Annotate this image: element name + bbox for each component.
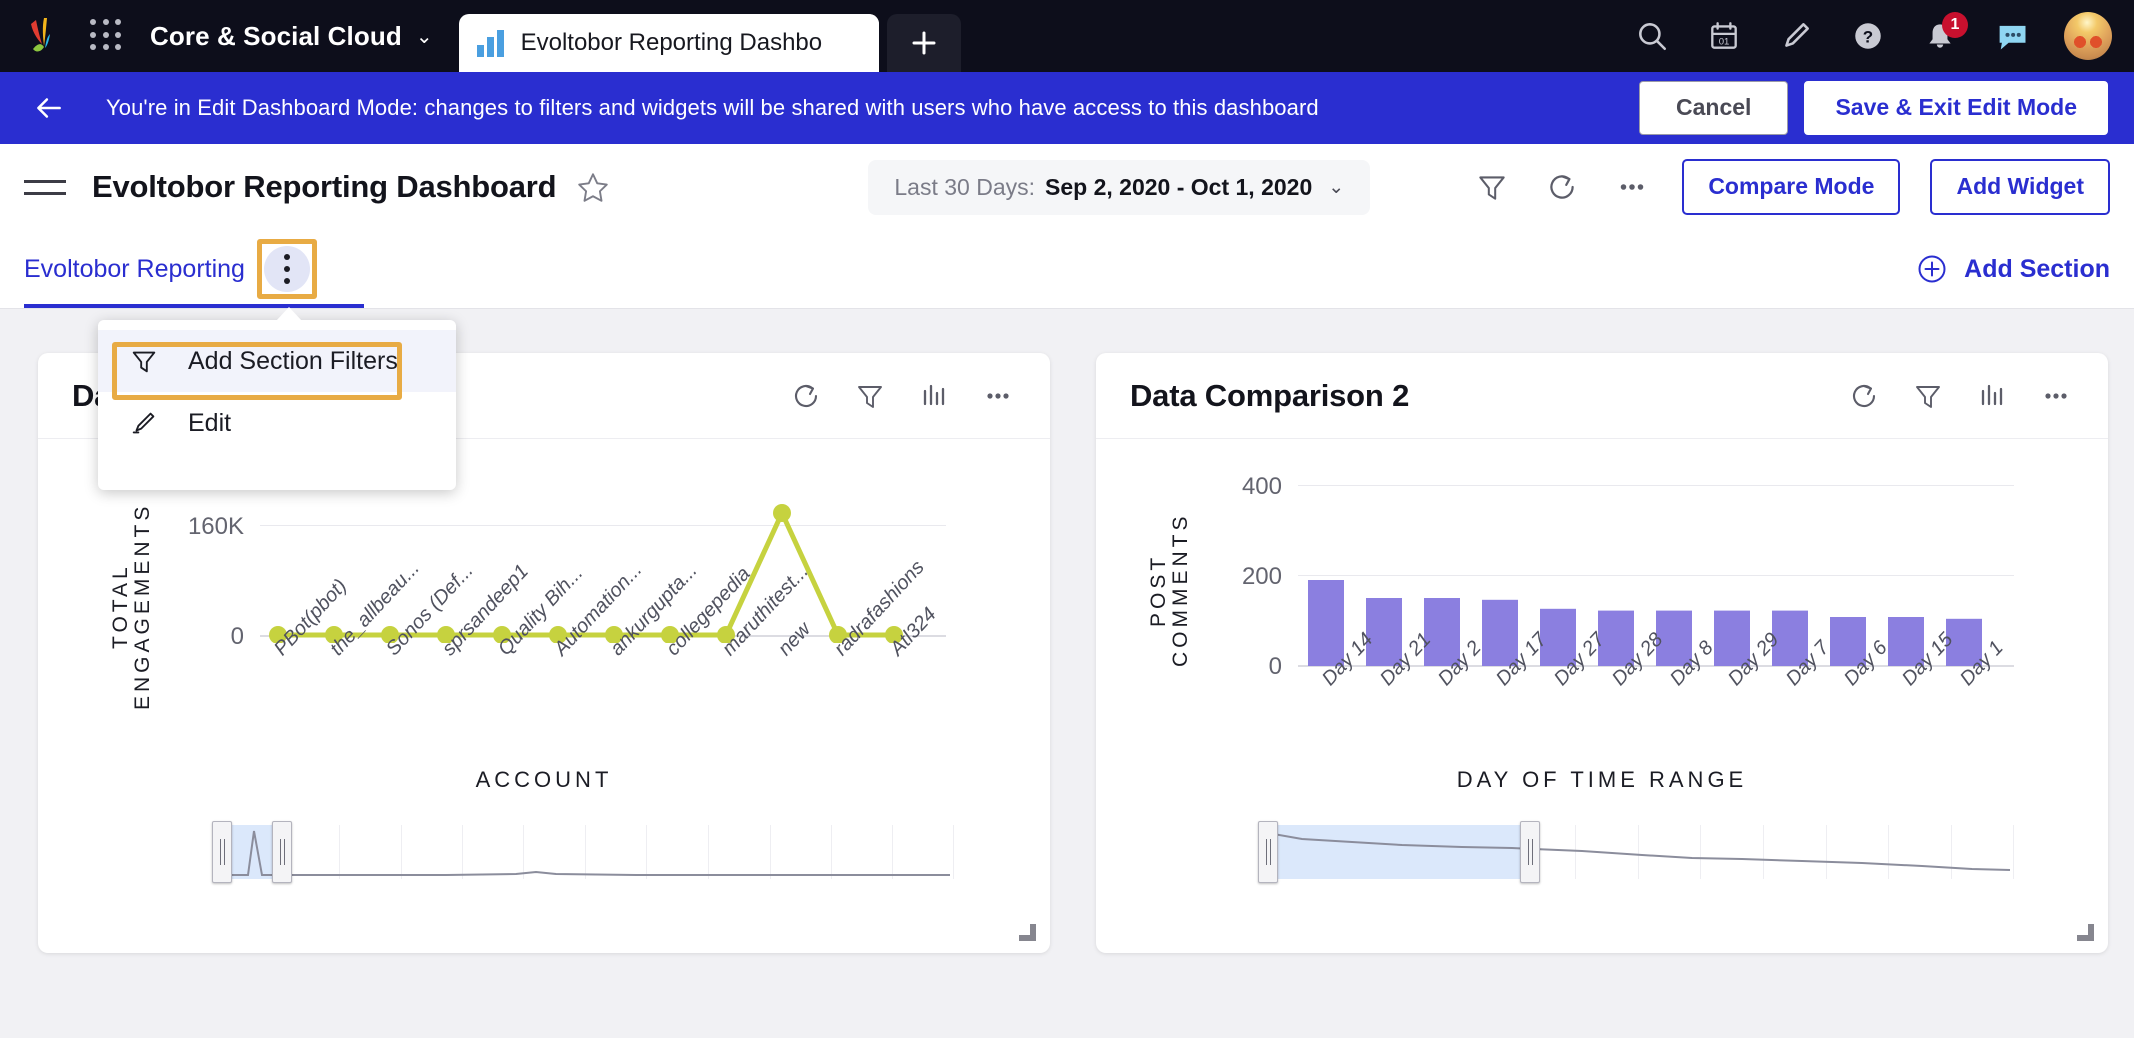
filter-icon[interactable] bbox=[1472, 167, 1512, 207]
chart-range-brush[interactable] bbox=[1258, 821, 2015, 883]
dashboard-toolbar-actions: Compare Mode Add Widget bbox=[1472, 159, 2110, 215]
date-range-label: Last 30 Days: bbox=[894, 173, 1036, 200]
chart-range-brush[interactable] bbox=[212, 821, 955, 883]
chart-data-comparison-1: TOTAL ENGAGEMENTS 160K 0 PBot(pbot) the_… bbox=[38, 439, 1050, 953]
menu-item-edit[interactable]: Edit bbox=[98, 392, 456, 454]
section-context-menu[interactable]: Add Section Filters Edit bbox=[98, 307, 456, 490]
dashboard-toolbar: Evoltobor Reporting Dashboard Last 30 Da… bbox=[0, 144, 2134, 230]
menu-hamburger-icon[interactable] bbox=[24, 166, 66, 208]
widget-header: Data Comparison 2 bbox=[1096, 353, 2108, 439]
search-icon[interactable] bbox=[1632, 16, 1672, 56]
section-tab-row: Evoltobor Reporting Add Section bbox=[0, 230, 2134, 308]
edit-mode-banner: You're in Edit Dashboard Mode: changes t… bbox=[0, 72, 2134, 144]
filter-icon bbox=[126, 346, 162, 376]
section-menu-highlight bbox=[256, 239, 317, 299]
chart-type-icon[interactable] bbox=[1974, 378, 2010, 414]
chart-type-icon[interactable] bbox=[916, 378, 952, 414]
section-tab-evoltobor-reporting[interactable]: Evoltobor Reporting bbox=[24, 230, 364, 308]
x-axis-title: ACCOUNT bbox=[475, 767, 613, 792]
section-tab-label: Evoltobor Reporting bbox=[24, 254, 245, 283]
app-bar-left-group: Core & Social Cloud ⌄ bbox=[0, 0, 433, 72]
bar-chart-icon bbox=[476, 29, 507, 57]
svg-text:?: ? bbox=[1863, 27, 1873, 46]
chat-icon[interactable] bbox=[1992, 16, 2032, 56]
menu-item-label: Edit bbox=[188, 408, 232, 437]
edit-mode-actions: Cancel Save & Exit Edit Mode bbox=[1639, 81, 2108, 135]
app-bar-right-group: 01 ? 1 bbox=[1632, 0, 2134, 72]
bell-icon[interactable]: 1 bbox=[1920, 12, 1968, 56]
page-title: Evoltobor Reporting Dashboard bbox=[92, 169, 557, 204]
brush-handle-left[interactable] bbox=[212, 821, 232, 883]
chevron-down-icon: ⌄ bbox=[1328, 176, 1345, 198]
chart-data-comparison-2: POST COMMENTS 400 200 0 Day 14 Day 21 Da… bbox=[1096, 439, 2108, 953]
widget-actions bbox=[1846, 378, 2074, 414]
notification-badge: 1 bbox=[1942, 12, 1968, 38]
refresh-icon[interactable] bbox=[788, 378, 824, 414]
browser-tab-dashboard[interactable]: Evoltobor Reporting Dashbo bbox=[458, 14, 879, 72]
pencil-icon[interactable] bbox=[1776, 16, 1816, 56]
add-section-label: Add Section bbox=[1964, 254, 2110, 283]
menu-item-add-section-filters[interactable]: Add Section Filters bbox=[98, 330, 456, 392]
filter-icon[interactable] bbox=[852, 378, 888, 414]
refresh-icon[interactable] bbox=[1542, 167, 1582, 207]
chevron-down-icon[interactable]: ⌄ bbox=[416, 24, 433, 49]
widget-actions bbox=[788, 378, 1016, 414]
menu-item-label: Add Section Filters bbox=[188, 346, 398, 375]
favorite-star-icon[interactable] bbox=[576, 170, 610, 204]
y-axis-tick: 400 bbox=[1241, 473, 1282, 500]
date-range-value: Sep 2, 2020 - Oct 1, 2020 bbox=[1045, 173, 1313, 200]
app-top-bar: Core & Social Cloud ⌄ Evoltobor Reportin… bbox=[0, 0, 2134, 72]
edit-mode-message: You're in Edit Dashboard Mode: changes t… bbox=[106, 95, 1319, 120]
org-name-label[interactable]: Core & Social Cloud bbox=[150, 21, 402, 52]
widget-data-comparison-2[interactable]: Data Comparison 2 POST COMMENTS 400 200 … bbox=[1096, 353, 2108, 953]
brush-handle-left[interactable] bbox=[1258, 821, 1278, 883]
widget-resize-handle[interactable] bbox=[1019, 924, 1036, 941]
more-options-icon[interactable] bbox=[1612, 167, 1652, 207]
plus-circle-icon bbox=[1918, 255, 1946, 283]
brush-handle-right[interactable] bbox=[1520, 821, 1540, 883]
pencil-icon bbox=[126, 408, 162, 438]
brush-overview-line bbox=[1267, 832, 2011, 871]
new-tab-button[interactable] bbox=[886, 14, 961, 72]
compare-mode-button[interactable]: Compare Mode bbox=[1682, 159, 1901, 215]
svg-text:01: 01 bbox=[1719, 37, 1730, 48]
cancel-button[interactable]: Cancel bbox=[1639, 81, 1789, 135]
sprinklr-logo-icon[interactable] bbox=[22, 14, 68, 58]
y-axis-tick: 0 bbox=[230, 623, 244, 650]
more-options-icon[interactable] bbox=[980, 378, 1016, 414]
widget-title: Data Comparison 2 bbox=[1130, 377, 1410, 413]
y-axis-tick: 160K bbox=[187, 513, 244, 540]
date-range-selector[interactable]: Last 30 Days: Sep 2, 2020 - Oct 1, 2020 … bbox=[868, 159, 1371, 215]
brush-overview-line bbox=[220, 830, 950, 876]
back-arrow-icon[interactable] bbox=[26, 85, 72, 131]
filter-icon[interactable] bbox=[1910, 378, 1946, 414]
widget-resize-handle[interactable] bbox=[2077, 924, 2094, 941]
add-section-button[interactable]: Add Section bbox=[1916, 253, 2110, 285]
refresh-icon[interactable] bbox=[1846, 378, 1882, 414]
y-axis-tick: 0 bbox=[1268, 653, 1282, 680]
tab-title-label: Evoltobor Reporting Dashbo bbox=[520, 29, 823, 56]
user-avatar[interactable] bbox=[2064, 12, 2112, 60]
x-axis-title: DAY OF TIME RANGE bbox=[1456, 767, 1748, 792]
calendar-icon[interactable]: 01 bbox=[1704, 16, 1744, 56]
save-exit-edit-mode-button[interactable]: Save & Exit Edit Mode bbox=[1804, 81, 2108, 135]
app-switcher-icon[interactable] bbox=[90, 19, 124, 53]
add-widget-button[interactable]: Add Widget bbox=[1930, 159, 2110, 215]
more-options-icon[interactable] bbox=[2038, 378, 2074, 414]
y-axis-tick: 200 bbox=[1241, 563, 1282, 590]
brush-handle-right[interactable] bbox=[272, 821, 292, 883]
section-kebab-menu-button[interactable] bbox=[263, 246, 310, 292]
tab-text-fade bbox=[818, 14, 879, 72]
help-icon[interactable]: ? bbox=[1848, 16, 1888, 56]
